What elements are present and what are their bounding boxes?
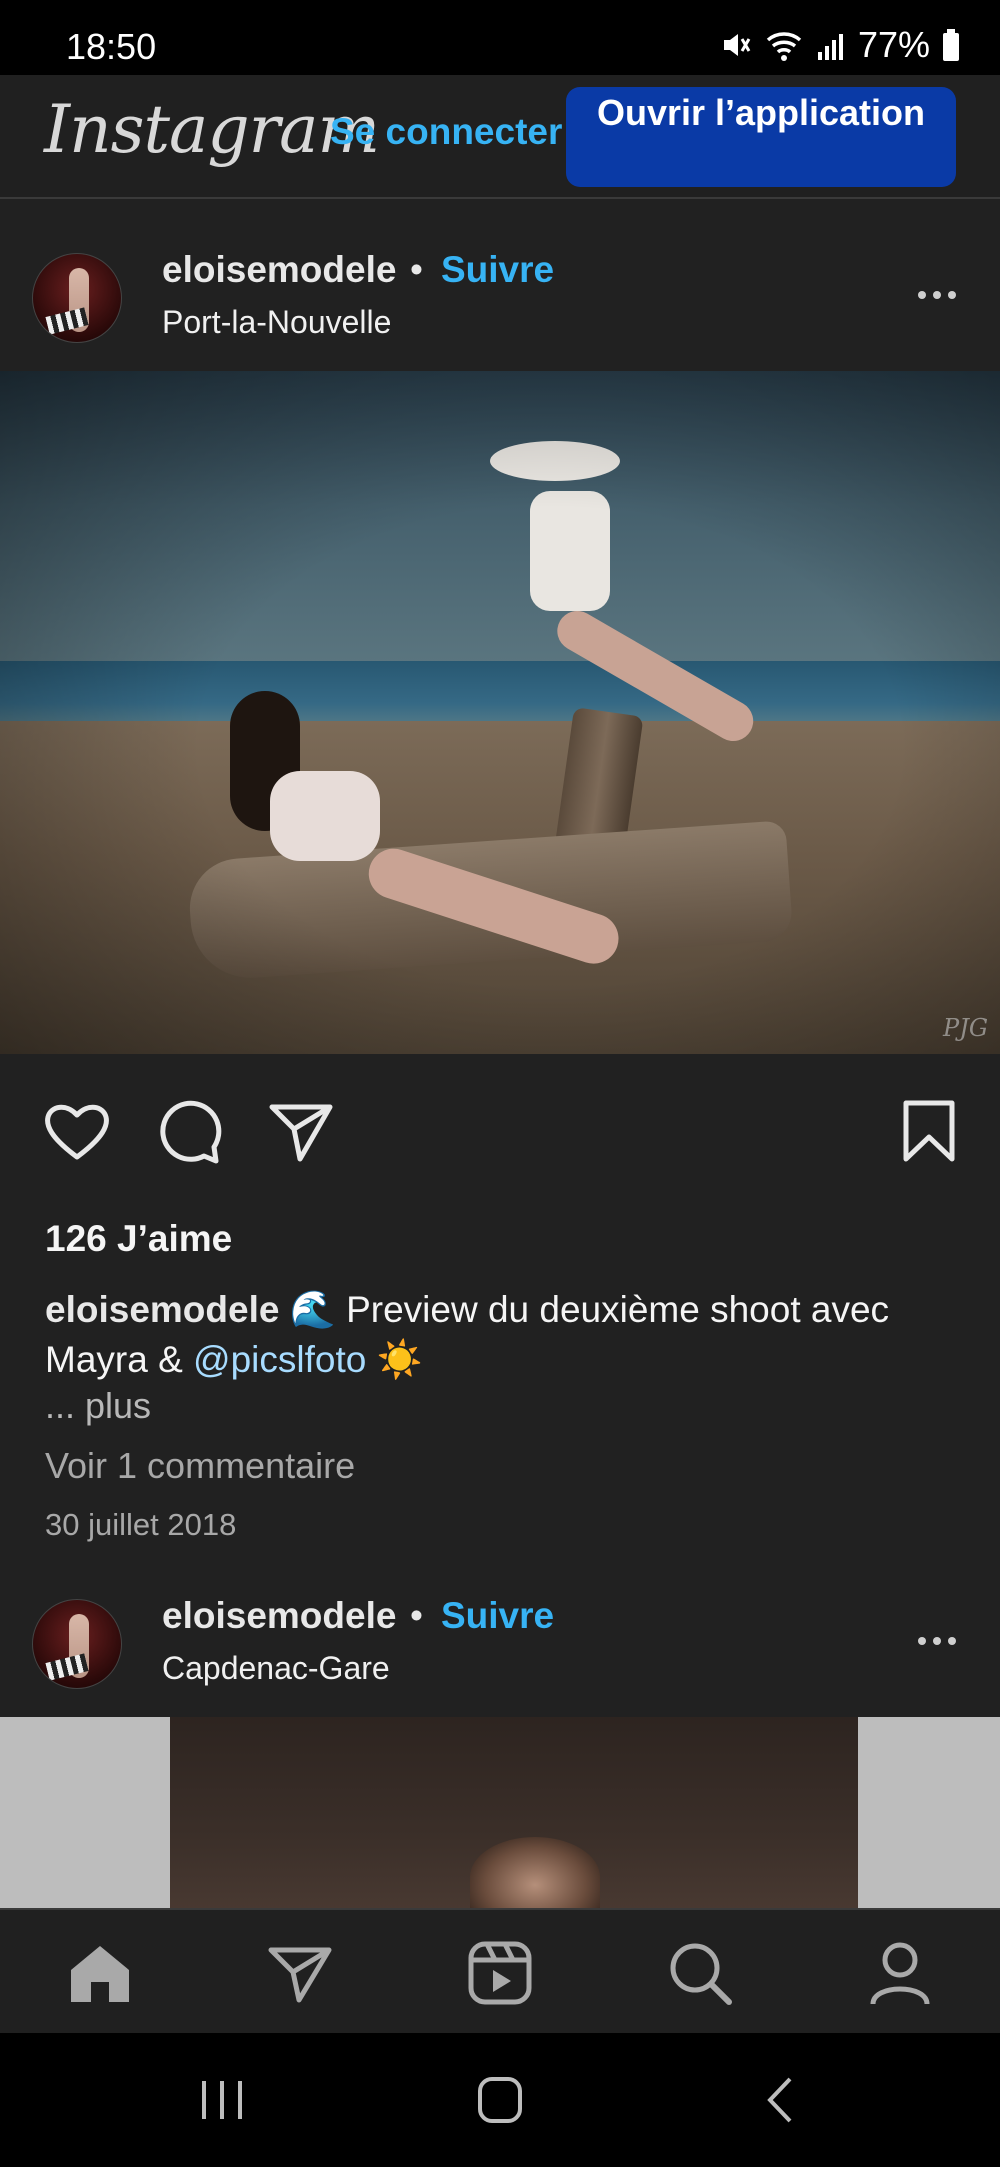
follow-button[interactable]: Suivre bbox=[441, 249, 554, 291]
like-count[interactable]: 126 J’aime bbox=[45, 1218, 232, 1260]
status-icons: 77% bbox=[718, 24, 960, 66]
post-location[interactable]: Capdenac-Gare bbox=[162, 1650, 390, 1687]
status-bar: 18:50 77% bbox=[0, 0, 1000, 75]
post-date: 30 juillet 2018 bbox=[45, 1507, 237, 1542]
share-icon[interactable] bbox=[264, 1095, 338, 1169]
follow-button[interactable]: Suivre bbox=[441, 1595, 554, 1637]
battery-icon bbox=[943, 29, 959, 61]
avatar[interactable] bbox=[32, 253, 122, 343]
separator-dot: • bbox=[410, 249, 423, 290]
more-options-icon[interactable] bbox=[918, 291, 956, 299]
system-navigation-bar bbox=[0, 2033, 1000, 2167]
photo-watermark: PJG bbox=[943, 1014, 988, 1042]
post-photo[interactable] bbox=[0, 1717, 1000, 1917]
reels-icon[interactable] bbox=[465, 1938, 535, 2008]
direct-icon[interactable] bbox=[265, 1938, 335, 2008]
wifi-icon bbox=[766, 32, 802, 61]
post-username[interactable]: eloisemodele bbox=[162, 1595, 396, 1637]
post-caption: eloisemodele 🌊 Preview du deuxième shoot… bbox=[45, 1285, 975, 1385]
status-time: 18:50 bbox=[66, 26, 157, 67]
instagram-logo[interactable]: Instagram bbox=[44, 91, 380, 168]
more-options-icon[interactable] bbox=[918, 1637, 956, 1645]
post-location[interactable]: Port-la-Nouvelle bbox=[162, 304, 391, 341]
view-comments-link[interactable]: Voir 1 commentaire bbox=[45, 1445, 355, 1487]
login-link[interactable]: Se connecter bbox=[330, 111, 562, 153]
caption-username[interactable]: eloisemodele bbox=[45, 1289, 279, 1330]
signal-icon bbox=[817, 34, 843, 60]
caption-text-end: ☀️ bbox=[366, 1339, 423, 1380]
mute-icon bbox=[723, 34, 751, 56]
home-icon[interactable] bbox=[65, 1938, 135, 2008]
bottom-navigation bbox=[0, 1908, 1000, 2033]
profile-icon[interactable] bbox=[865, 1938, 935, 2008]
open-app-button[interactable]: Ouvrir l’application bbox=[566, 87, 956, 187]
bookmark-icon[interactable] bbox=[892, 1095, 966, 1169]
post-actions bbox=[0, 1095, 1000, 1185]
caption-mention[interactable]: @picslfoto bbox=[193, 1339, 366, 1380]
battery-level: 77% bbox=[857, 24, 930, 65]
instagram-web-app: Instagram Se connecter Ouvrir l’applicat… bbox=[0, 75, 1000, 2033]
top-header: Instagram Se connecter Ouvrir l’applicat… bbox=[0, 75, 1000, 199]
post-header: eloisemodele • Suivre Port-la-Nouvelle bbox=[0, 201, 1000, 371]
back-icon[interactable] bbox=[752, 2075, 812, 2125]
post-header: eloisemodele • Suivre Capdenac-Gare bbox=[0, 1547, 1000, 1717]
recent-apps-icon[interactable] bbox=[192, 2075, 252, 2125]
comment-icon[interactable] bbox=[152, 1095, 226, 1169]
home-button-icon[interactable] bbox=[470, 2075, 530, 2125]
avatar[interactable] bbox=[32, 1599, 122, 1689]
post-username[interactable]: eloisemodele bbox=[162, 249, 396, 291]
post-photo[interactable]: PJG bbox=[0, 371, 1000, 1054]
search-icon[interactable] bbox=[665, 1938, 735, 2008]
separator-dot: • bbox=[410, 1595, 423, 1636]
more-link[interactable]: ... plus bbox=[45, 1385, 151, 1427]
heart-icon[interactable] bbox=[40, 1095, 114, 1169]
